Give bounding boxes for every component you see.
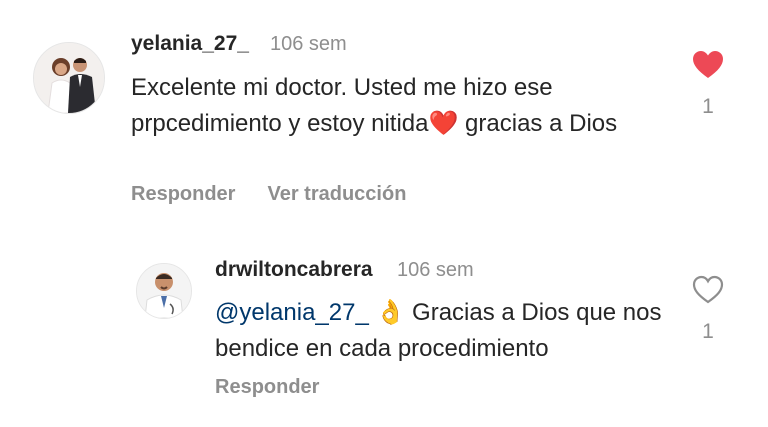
mention-link[interactable]: @yelania_27_ bbox=[215, 299, 369, 326]
reply-text: @yelania_27_ 👌 Gracias a Dios que nos be… bbox=[215, 295, 685, 367]
comment-body-end: gracias a Dios bbox=[458, 110, 618, 137]
comment-text: Excelente mi doctor. Usted me hizo ese p… bbox=[131, 70, 651, 142]
see-translation-button[interactable]: Ver traducción bbox=[267, 183, 406, 206]
reply-button[interactable]: Responder bbox=[131, 183, 235, 206]
heart-outline-icon bbox=[692, 275, 724, 304]
user-avatar[interactable] bbox=[33, 42, 105, 114]
comment-actions: Responder Ver traducción bbox=[131, 183, 406, 206]
reply-button[interactable]: Responder bbox=[215, 376, 319, 399]
comment-time: 106 sem bbox=[270, 33, 347, 55]
like-button[interactable]: 1 bbox=[690, 50, 726, 119]
reply-item: drwiltoncabrera 106 sem @yelania_27_ 👌 G… bbox=[0, 230, 768, 427]
ok-hand-emoji: 👌 bbox=[375, 299, 406, 326]
heart-emoji: ❤️ bbox=[428, 110, 459, 137]
like-button[interactable]: 1 bbox=[690, 275, 726, 344]
reply-actions: Responder bbox=[215, 376, 319, 399]
couple-avatar-image bbox=[34, 43, 104, 113]
doctor-avatar-image bbox=[137, 264, 191, 318]
like-count: 1 bbox=[702, 320, 714, 343]
reply-username[interactable]: drwiltoncabrera bbox=[215, 258, 373, 282]
comment-item: yelania_27_ 106 sem Excelente mi doctor.… bbox=[0, 0, 768, 230]
heart-filled-icon bbox=[693, 51, 723, 78]
like-count: 1 bbox=[702, 95, 714, 118]
user-avatar[interactable] bbox=[136, 263, 192, 319]
comment-username[interactable]: yelania_27_ bbox=[131, 32, 249, 56]
reply-time: 106 sem bbox=[397, 259, 474, 281]
